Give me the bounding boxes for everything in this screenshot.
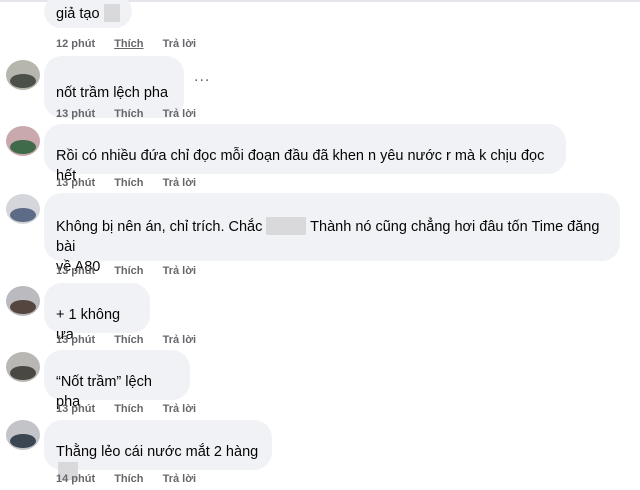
comment-actions: 13 phút Thích Trả lời xyxy=(56,108,212,120)
comment-time[interactable]: 13 phút xyxy=(56,265,95,277)
avatar[interactable] xyxy=(6,352,40,382)
avatar[interactable] xyxy=(6,60,40,90)
comment-bubble: Không bị nên án, chỉ trích. Chắc Thành n… xyxy=(44,193,620,275)
avatar[interactable] xyxy=(6,194,40,224)
comment-text-part1: Không bị nên án, chỉ trích. Chắc xyxy=(56,219,263,235)
avatar[interactable] xyxy=(6,420,40,450)
avatar[interactable] xyxy=(6,126,40,156)
comment-actions: 12 phút Thích Trả lời xyxy=(56,38,212,50)
like-button[interactable]: Thích xyxy=(114,38,143,50)
comment-actions: 13 phút Thích Trả lời xyxy=(56,334,212,346)
avatar[interactable] xyxy=(6,286,40,316)
comment-actions: 13 phút Thích Trả lời xyxy=(56,265,212,277)
comment-time[interactable]: 12 phút xyxy=(56,38,95,50)
comment-bubble: + 1 không ưa xyxy=(44,283,150,343)
avatar-silhouette-icon xyxy=(10,434,36,448)
avatar-silhouette-icon xyxy=(10,140,36,154)
avatar-silhouette-icon xyxy=(10,300,36,314)
comment-bubble: giả tạo xyxy=(44,0,132,28)
like-button[interactable]: Thích xyxy=(114,403,143,415)
reply-button[interactable]: Trả lời xyxy=(163,38,197,50)
comment-bubble: Thằng lẻo cái nước mắt 2 hàng xyxy=(44,420,272,480)
like-button[interactable]: Thích xyxy=(114,265,143,277)
reply-button[interactable]: Trả lời xyxy=(163,473,197,485)
comment-bubble: Rồi có nhiều đứa chỉ đọc mỗi đoạn đầu đã… xyxy=(44,124,566,184)
comment-time[interactable]: 14 phút xyxy=(56,473,95,485)
comment-actions: 13 phút Thích Trả lời xyxy=(56,177,212,189)
reply-button[interactable]: Trả lời xyxy=(163,177,197,189)
like-button[interactable]: Thích xyxy=(114,473,143,485)
comment-actions: 14 phút Thích Trả lời xyxy=(56,473,212,485)
comment-actions: 13 phút Thích Trả lời xyxy=(56,403,212,415)
more-options-icon[interactable]: ... xyxy=(194,68,210,86)
comment-time[interactable]: 13 phút xyxy=(56,403,95,415)
comment-time[interactable]: 13 phút xyxy=(56,334,95,346)
comment-text: giả tạo xyxy=(56,6,100,22)
like-button[interactable]: Thích xyxy=(114,108,143,120)
censored-block xyxy=(103,4,120,22)
reply-button[interactable]: Trả lời xyxy=(163,334,197,346)
avatar-silhouette-icon xyxy=(10,74,36,88)
like-button[interactable]: Thích xyxy=(114,177,143,189)
reply-button[interactable]: Trả lời xyxy=(163,108,197,120)
avatar-silhouette-icon xyxy=(10,366,36,380)
reply-button[interactable]: Trả lời xyxy=(163,265,197,277)
reply-button[interactable]: Trả lời xyxy=(163,403,197,415)
avatar-silhouette-icon xyxy=(10,208,36,222)
comment-bubble: “Nốt trầm” lệch pha xyxy=(44,350,190,410)
censored-block xyxy=(266,217,307,235)
comment-text: Thằng lẻo cái nước mắt 2 hàng xyxy=(56,444,259,460)
like-button[interactable]: Thích xyxy=(114,334,143,346)
comment-time[interactable]: 13 phút xyxy=(56,108,95,120)
comment-time[interactable]: 13 phút xyxy=(56,177,95,189)
